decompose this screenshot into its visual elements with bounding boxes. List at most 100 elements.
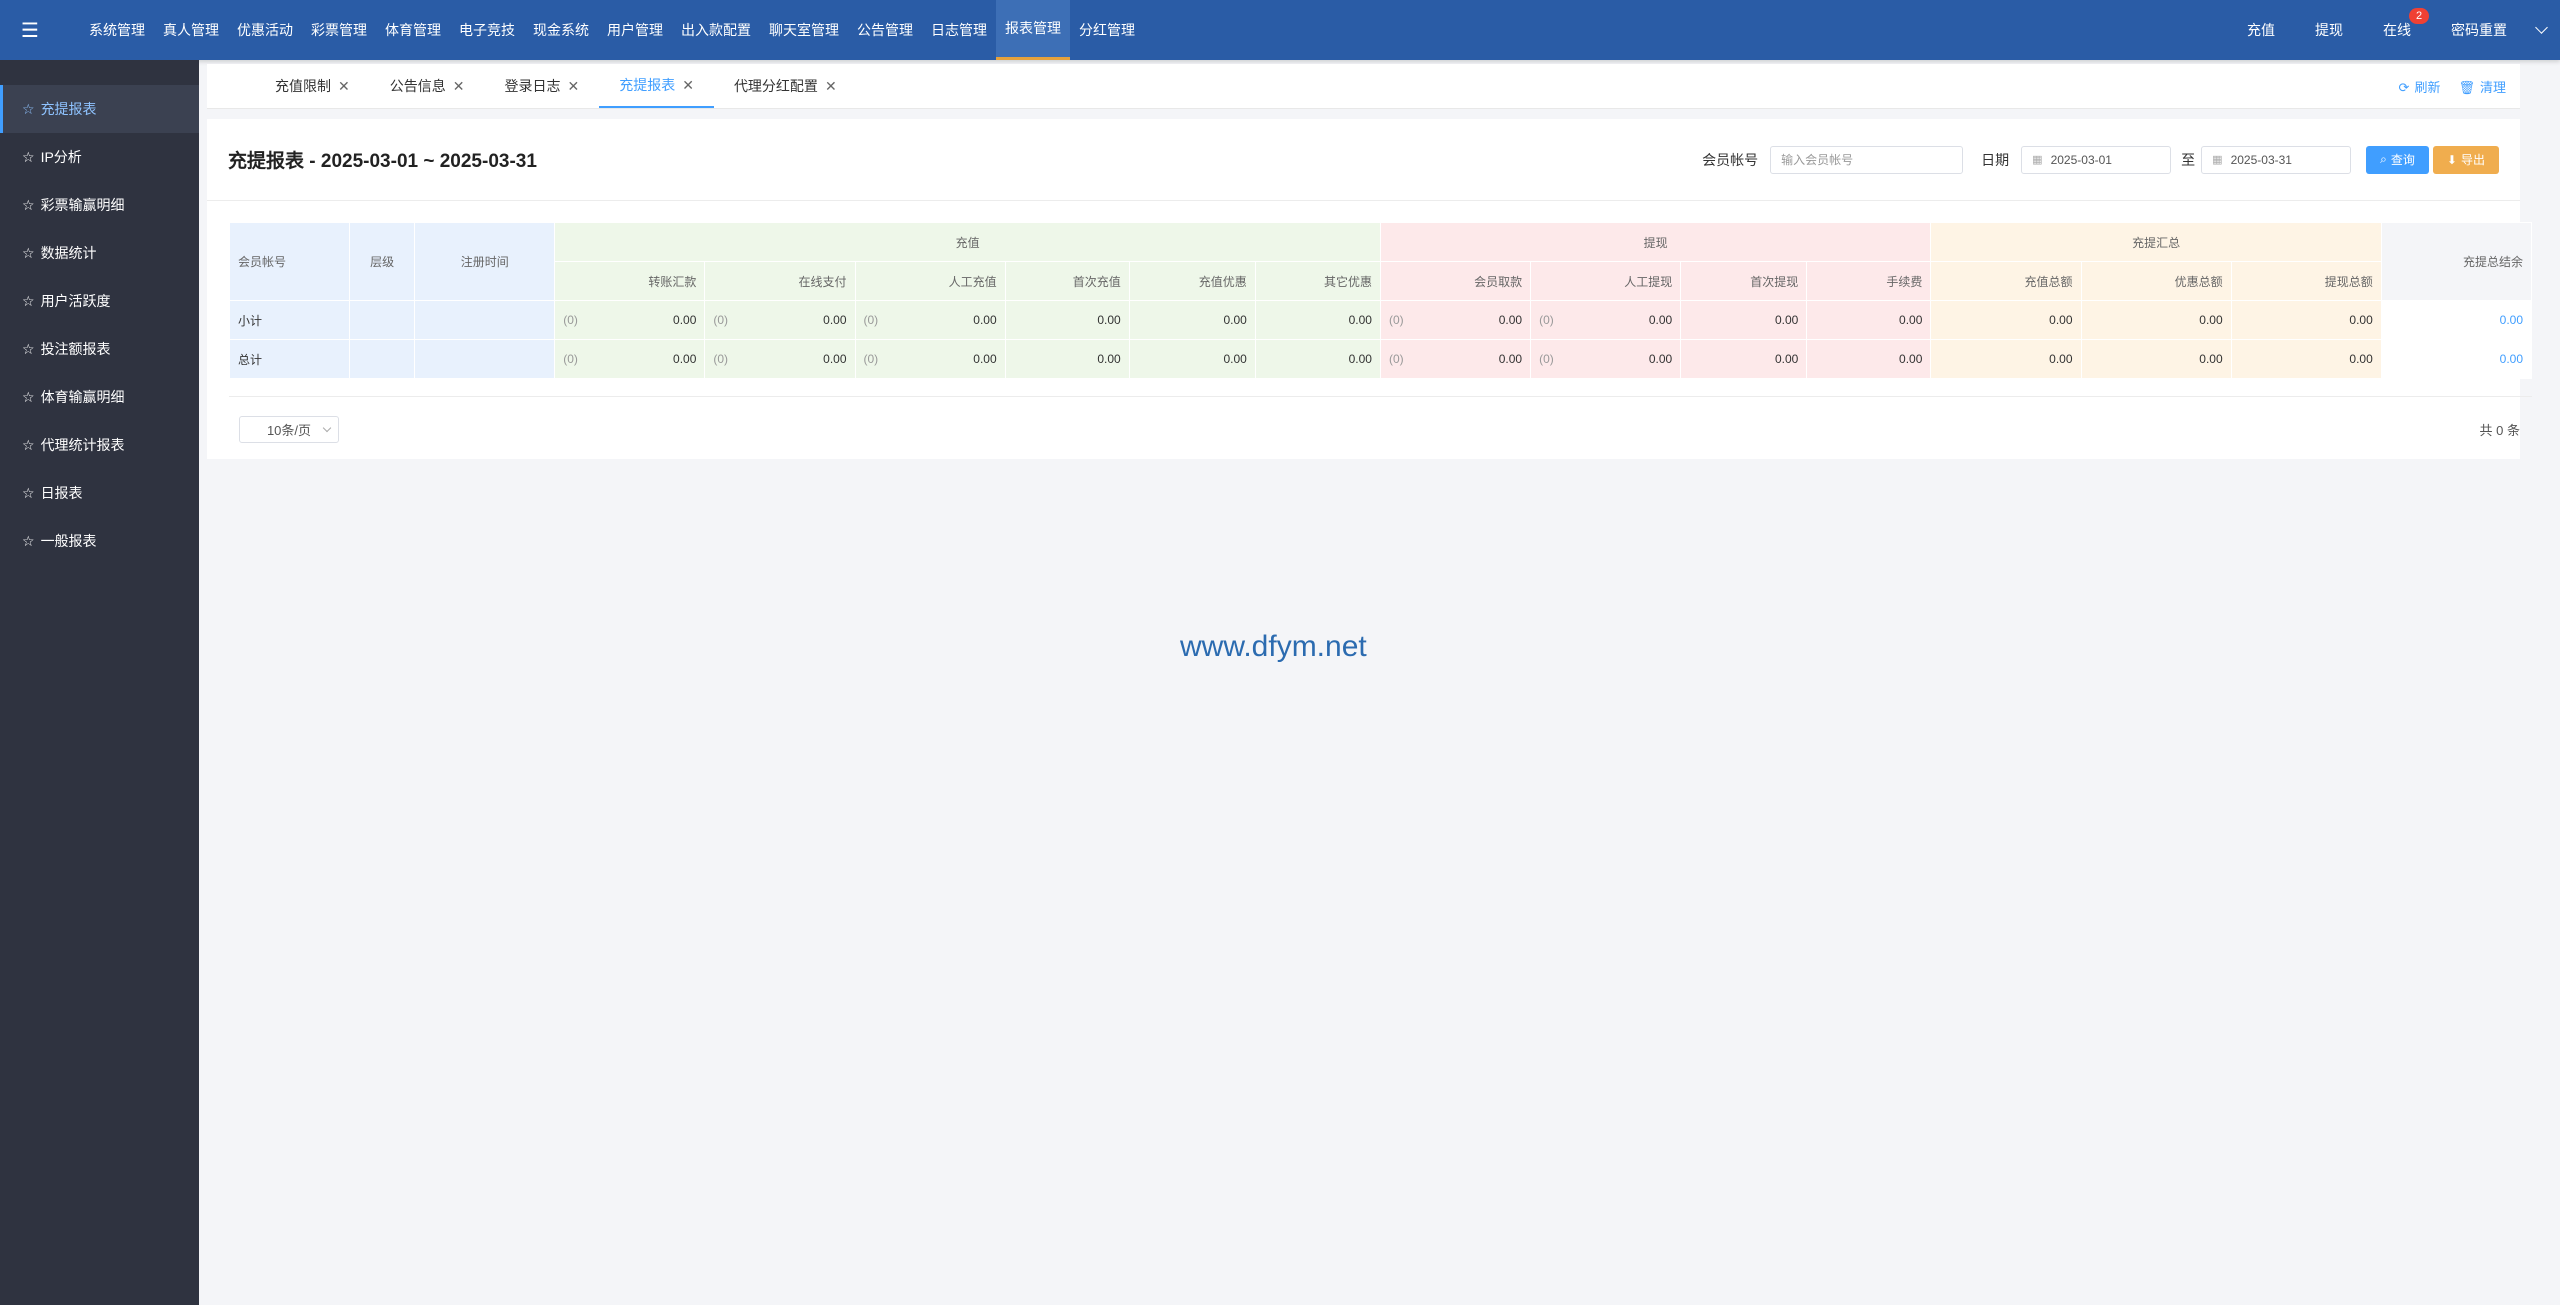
star-icon: ☆	[22, 436, 35, 453]
tab-announcement-info[interactable]: 公告信息 ✕	[370, 64, 485, 108]
sidebar-item-daily-report[interactable]: ☆ 日报表	[0, 469, 199, 517]
nav-item-lottery[interactable]: 彩票管理	[302, 0, 376, 60]
sidebar-item-label: 数据统计	[40, 245, 97, 261]
sidebar-item-sports-winloss[interactable]: ☆ 体育输赢明细	[0, 373, 199, 421]
col-reg-time: 注册时间	[414, 222, 556, 301]
tab-label: 公告信息	[389, 78, 446, 94]
close-icon[interactable]: ✕	[453, 64, 465, 108]
calendar-icon: ▦	[2212, 154, 2223, 166]
star-icon: ☆	[22, 100, 35, 117]
col-member: 会员帐号	[228, 222, 351, 301]
tab-label: 代理分红配置	[733, 78, 818, 94]
sidebar-item-ip-analysis[interactable]: ☆ IP分析	[0, 133, 199, 181]
col-manual-withdraw: 人工提现	[1530, 261, 1682, 301]
date-to-value: 2025-03-31	[2230, 152, 2292, 167]
nav-item-users[interactable]: 用户管理	[598, 0, 672, 60]
member-input[interactable]: 输入会员帐号	[1770, 145, 1964, 174]
nav-item-logs[interactable]: 日志管理	[922, 0, 996, 60]
table-cell: (0) 0.00	[854, 339, 1006, 379]
sidebar-item-recharge-report[interactable]: ☆ 充提报表	[0, 85, 199, 133]
table-cell-balance[interactable]: 0.00	[2380, 300, 2533, 340]
nav-item-reports[interactable]: 报表管理	[996, 0, 1070, 60]
sidebar-item-label: 体育输赢明细	[40, 389, 125, 405]
sidebar-item-bet-report[interactable]: ☆ 投注额报表	[0, 325, 199, 373]
sidebar-item-lottery-winloss[interactable]: ☆ 彩票输赢明细	[0, 181, 199, 229]
clear-button[interactable]: 🗑 清理	[2458, 77, 2506, 96]
password-reset-link[interactable]: 密码重置	[2431, 20, 2527, 40]
tab-login-log[interactable]: 登录日志 ✕	[484, 64, 599, 108]
cell-count: (0)	[863, 313, 879, 327]
date-from-input[interactable]: ▦ 2025-03-01	[2021, 145, 2172, 174]
chevron-down-icon[interactable]	[2535, 21, 2548, 34]
table-cell: (0) 0.00	[1379, 339, 1532, 379]
sidebar-item-user-activity[interactable]: ☆ 用户活跃度	[0, 277, 199, 325]
report-panel: 充提报表 - 2025-03-01 ~ 2025-03-31 会员帐号 输入会员…	[207, 119, 2533, 459]
tab-label: 充值限制	[275, 78, 331, 94]
cell-value: 0.00	[1648, 313, 1673, 327]
star-icon: ☆	[22, 196, 35, 213]
table-cell: (0) 0.00	[1530, 339, 1682, 379]
cell-value: 0.00	[673, 352, 697, 366]
refresh-label: 刷新	[2414, 79, 2441, 95]
close-icon[interactable]: ✕	[567, 64, 579, 108]
nav-item-announcements[interactable]: 公告管理	[848, 0, 922, 60]
sidebar-item-label: 彩票输赢明细	[40, 197, 125, 213]
table-cell	[414, 339, 556, 379]
close-icon[interactable]: ✕	[338, 64, 350, 108]
tab-recharge-report[interactable]: 充提报表 ✕	[599, 64, 714, 108]
date-separator: 至	[2181, 151, 2196, 168]
sidebar-item-label: 一般报表	[40, 533, 97, 549]
sidebar-item-general-report[interactable]: ☆ 一般报表	[0, 517, 199, 565]
sidebar-item-label: IP分析	[40, 149, 82, 165]
nav-item-deposit-config[interactable]: 出入款配置	[672, 0, 760, 60]
query-button[interactable]: ⌕ 查询	[2366, 145, 2429, 174]
sidebar-item-data-stats[interactable]: ☆ 数据统计	[0, 229, 199, 277]
group-summary: 充提汇总	[1930, 222, 2382, 262]
nav-item-chatroom[interactable]: 聊天室管理	[760, 0, 848, 60]
nav-item-promotions[interactable]: 优惠活动	[228, 0, 302, 60]
close-icon[interactable]: ✕	[825, 64, 837, 108]
table-cell: 0.00	[2080, 339, 2232, 379]
table-cell: 0.00	[1004, 339, 1130, 379]
withdraw-link[interactable]: 提现	[2295, 20, 2363, 40]
star-icon: ☆	[22, 340, 35, 357]
cell-value: 0.00	[973, 352, 997, 366]
row-label: 总计	[228, 339, 351, 379]
clear-label: 清理	[2479, 79, 2506, 95]
total-count: 共 0 条	[2479, 422, 2520, 438]
table-cell: 0.00	[1806, 339, 1932, 379]
top-nav: 系统管理 真人管理 优惠活动 彩票管理 体育管理 电子竞技 现金系统 用户管理 …	[80, 0, 1144, 60]
nav-item-system[interactable]: 系统管理	[80, 0, 154, 60]
tab-label: 登录日志	[504, 78, 561, 94]
close-icon[interactable]: ✕	[682, 64, 694, 106]
menu-icon[interactable]: ☰	[0, 0, 60, 60]
tab-recharge-limit[interactable]: 充值限制 ✕	[255, 64, 370, 108]
col-first-recharge: 首次充值	[1004, 261, 1130, 301]
export-button[interactable]: ⬇ 导出	[2432, 145, 2499, 174]
nav-item-dividends[interactable]: 分红管理	[1070, 0, 1144, 60]
cell-count: (0)	[863, 352, 879, 366]
nav-item-live[interactable]: 真人管理	[154, 0, 228, 60]
nav-item-sports[interactable]: 体育管理	[376, 0, 450, 60]
online-link[interactable]: 在线 2	[2363, 8, 2431, 40]
trash-icon: 🗑	[2458, 79, 2475, 95]
sidebar-item-agent-stats[interactable]: ☆ 代理统计报表	[0, 421, 199, 469]
date-to-input[interactable]: ▦ 2025-03-31	[2201, 145, 2352, 174]
col-recharge-total: 充值总额	[1930, 261, 2082, 301]
nav-item-cash[interactable]: 现金系统	[524, 0, 598, 60]
table-group-header: 会员帐号 层级 注册时间 充值 提现 充提汇总 充提总结余	[228, 222, 2533, 301]
table-cell-balance[interactable]: 0.00	[2380, 339, 2533, 379]
nav-item-esports[interactable]: 电子竞技	[450, 0, 524, 60]
group-withdraw: 提现	[1379, 222, 1932, 262]
cell-value: 0.00	[1498, 352, 1523, 366]
refresh-button[interactable]: ⟳ 刷新	[2399, 77, 2441, 96]
star-icon: ☆	[22, 244, 35, 261]
table-row-subtotal: 小计 (0) 0.00 (0) 0.00 (0) 0.00 0.00 0.00 0.0…	[228, 300, 2533, 340]
page-size-select[interactable]: 10条/页	[239, 415, 339, 443]
recharge-link[interactable]: 充值	[2227, 20, 2295, 40]
cell-value: 0.00	[823, 352, 847, 366]
col-bonus-total: 优惠总额	[2080, 261, 2232, 301]
tab-agent-dividend-config[interactable]: 代理分红配置 ✕	[714, 64, 857, 108]
refresh-icon: ⟳	[2398, 79, 2410, 95]
table-cell: (0) 0.00	[1530, 300, 1682, 340]
